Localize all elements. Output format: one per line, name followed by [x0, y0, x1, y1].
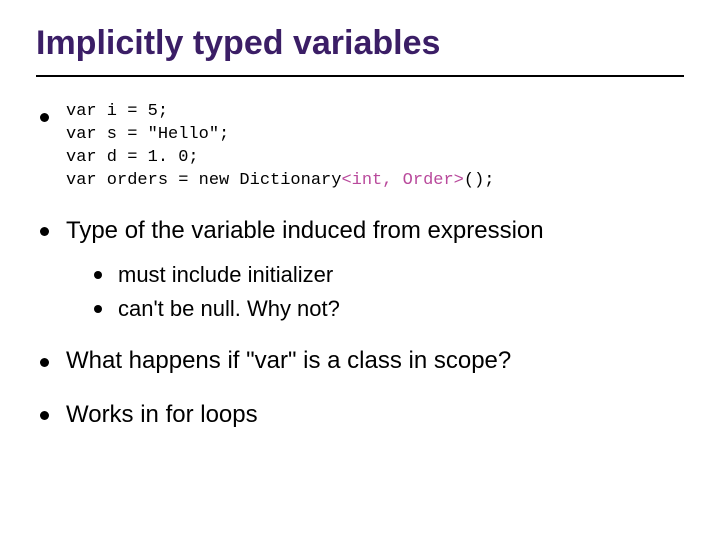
code-generics: <int, Order> [341, 171, 463, 190]
bullet-text: What happens if "var" is a class in scop… [66, 347, 511, 374]
code-line-4a: var orders = new Dictionary [66, 171, 341, 190]
code-line-4c: (); [464, 171, 495, 190]
sub-bullet-list: must include initializer can't be null. … [66, 260, 684, 323]
bullet-list: var i = 5; var s = "Hello"; var d = 1. 0… [36, 101, 684, 430]
code-block: var i = 5; var s = "Hello"; var d = 1. 0… [66, 101, 684, 193]
slide-title: Implicitly typed variables [36, 24, 684, 69]
bullet-for-loops: Works in for loops [40, 399, 684, 430]
code-line-1: var i = 5; [66, 102, 168, 121]
sub-bullet-initializer: must include initializer [94, 260, 684, 290]
bullet-var-class: What happens if "var" is a class in scop… [40, 345, 684, 376]
slide: Implicitly typed variables var i = 5; va… [0, 0, 720, 540]
code-line-2: var s = "Hello"; [66, 125, 229, 144]
sub-bullet-text: must include initializer [118, 262, 333, 287]
sub-bullet-null: can't be null. Why not? [94, 294, 684, 324]
bullet-code: var i = 5; var s = "Hello"; var d = 1. 0… [40, 101, 684, 193]
bullet-text: Works in for loops [66, 401, 258, 428]
sub-bullet-text: can't be null. Why not? [118, 296, 340, 321]
title-rule [36, 75, 684, 77]
bullet-type-induced: Type of the variable induced from expres… [40, 215, 684, 324]
code-line-3: var d = 1. 0; [66, 148, 199, 167]
bullet-text: Type of the variable induced from expres… [66, 217, 544, 244]
